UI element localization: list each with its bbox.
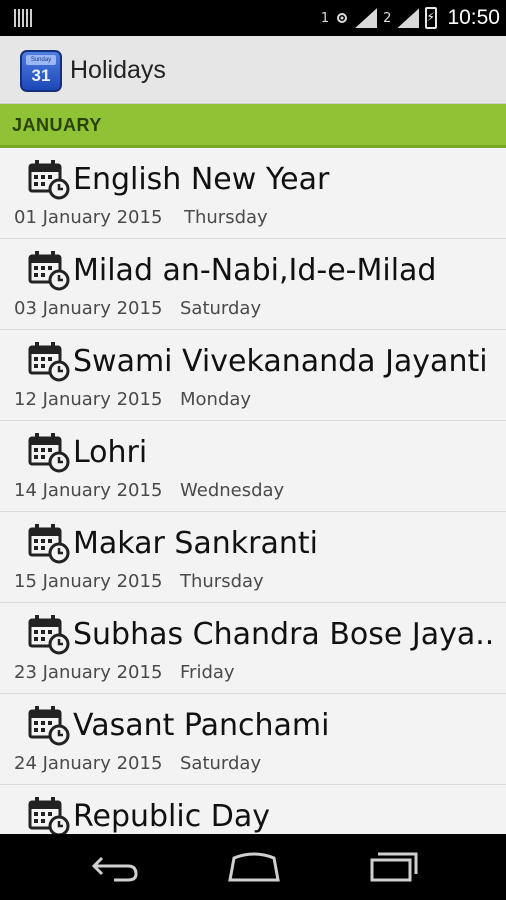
holiday-weekday: Friday [180,662,235,683]
calendar-clock-icon [28,524,70,564]
holiday-name: Subhas Chandra Bose Jaya.. [73,617,495,652]
holiday-date: 14 January 2015 [14,480,163,501]
holiday-item[interactable]: English New Year 01 January 2015 Thursda… [0,148,506,239]
status-bar: 1 2 10:50 [0,0,506,36]
holiday-item[interactable]: Makar Sankranti 15 January 2015 Thursday [0,512,506,603]
holiday-item[interactable]: Subhas Chandra Bose Jaya.. 23 January 20… [0,603,506,694]
holiday-name: Milad an-Nabi,Id-e-Milad [73,253,437,288]
holiday-item[interactable]: Republic Day [0,785,506,834]
calendar-clock-icon [28,433,70,473]
holiday-name: Makar Sankranti [73,526,319,561]
holiday-list[interactable]: English New Year 01 January 2015 Thursda… [0,148,506,834]
signal-icon [397,8,419,28]
calendar-clock-icon [28,615,70,655]
holiday-name: Lohri [73,435,148,470]
holiday-item[interactable]: Lohri 14 January 2015 Wednesday [0,421,506,512]
app-icon-number: 31 [31,66,51,85]
holiday-weekday: Wednesday [180,480,285,501]
notification-icon [14,9,34,27]
sim-card-icon [337,13,348,23]
holiday-weekday: Monday [180,389,252,410]
holiday-name: Republic Day [73,799,270,834]
holiday-date: 01 January 2015 [14,207,163,228]
holiday-date: 12 January 2015 [14,389,163,410]
app-title: Holidays [70,56,166,84]
navigation-bar [0,834,506,900]
holiday-name: Swami Vivekananda Jayanti [73,344,488,379]
back-icon[interactable] [84,846,144,886]
home-icon[interactable] [224,846,284,886]
holiday-item[interactable]: Swami Vivekananda Jayanti 12 January 201… [0,330,506,421]
holiday-date: 23 January 2015 [14,662,163,683]
holiday-weekday: Thursday [180,571,264,592]
calendar-clock-icon [28,342,70,382]
holiday-name: English New Year [73,162,330,197]
recents-icon[interactable] [364,846,424,886]
holiday-date: 24 January 2015 [14,753,163,774]
calendar-clock-icon [28,706,70,746]
holiday-weekday: Thursday [184,207,268,228]
action-bar: Sunday 31 Holidays [0,36,506,104]
sim2-label: 2 [383,10,392,26]
sim1-label: 1 [320,10,330,26]
holiday-weekday: Saturday [180,298,262,319]
month-section-header: JANUARY [0,104,506,148]
holiday-name: Vasant Panchami [73,708,330,743]
holiday-item[interactable]: Vasant Panchami 24 January 2015 Saturday [0,694,506,785]
calendar-clock-icon [28,797,70,834]
holiday-date: 03 January 2015 [14,298,163,319]
clock: 10:50 [447,6,500,29]
signal-icon [355,8,377,28]
holiday-weekday: Saturday [180,753,262,774]
calendar-clock-icon [28,160,70,200]
calendar-clock-icon [28,251,70,291]
holiday-item[interactable]: Milad an-Nabi,Id-e-Milad 03 January 2015… [0,239,506,330]
holiday-date: 15 January 2015 [14,571,163,592]
app-calendar-icon[interactable]: Sunday 31 [20,50,62,92]
battery-charging-icon [425,7,438,29]
month-label: JANUARY [12,115,102,135]
